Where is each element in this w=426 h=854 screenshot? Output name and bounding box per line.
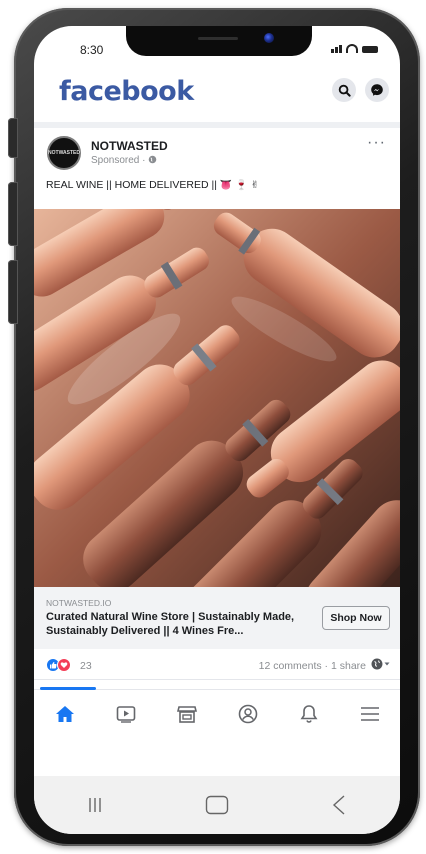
page-name[interactable]: NOTWASTED bbox=[91, 139, 168, 153]
menu-icon bbox=[360, 707, 379, 721]
messenger-icon bbox=[371, 84, 383, 96]
avatar-text: NOTWASTED bbox=[48, 150, 80, 156]
back-button[interactable] bbox=[319, 790, 359, 820]
phone-screen: 8:30 facebook NOTWASTED NOTWASTED Sponso… bbox=[34, 26, 400, 834]
post-image[interactable] bbox=[34, 209, 400, 587]
active-tab-indicator bbox=[40, 687, 96, 690]
reaction-count[interactable]: 23 bbox=[80, 660, 92, 672]
tab-marketplace[interactable] bbox=[156, 690, 217, 738]
globe-icon bbox=[148, 155, 157, 164]
wine-bottles-image bbox=[34, 209, 400, 587]
app-header: facebook bbox=[34, 66, 400, 122]
system-navigation-bar bbox=[34, 776, 400, 834]
tab-notifications[interactable] bbox=[278, 690, 339, 738]
page-avatar[interactable]: NOTWASTED bbox=[47, 136, 81, 170]
tab-menu[interactable] bbox=[339, 690, 400, 738]
reaction-icons[interactable] bbox=[46, 658, 71, 672]
recent-apps-icon bbox=[89, 798, 101, 812]
feed-divider bbox=[34, 122, 400, 128]
notifications-icon bbox=[300, 705, 317, 723]
bottom-tab-bar bbox=[34, 687, 400, 738]
caret-down-icon bbox=[384, 662, 390, 666]
signal-icon bbox=[331, 45, 342, 53]
comments-shares[interactable]: 12 comments · 1 share bbox=[259, 660, 366, 672]
shop-now-button[interactable]: Shop Now bbox=[322, 606, 390, 630]
link-title: Curated Natural Wine Store | Sustainably… bbox=[46, 611, 295, 637]
front-camera bbox=[264, 33, 274, 43]
volume-down-button bbox=[8, 260, 18, 324]
tab-profile[interactable] bbox=[217, 690, 278, 738]
home-icon bbox=[55, 706, 74, 722]
mute-switch bbox=[8, 118, 18, 158]
post-header: NOTWASTED NOTWASTED Sponsored · ··· REAL… bbox=[34, 130, 400, 202]
status-time: 8:30 bbox=[80, 43, 104, 57]
status-icons bbox=[331, 44, 378, 53]
post-caption: REAL WINE || HOME DELIVERED || bbox=[46, 179, 217, 191]
battery-icon bbox=[362, 46, 378, 53]
notch bbox=[126, 26, 312, 56]
profile-icon bbox=[238, 704, 257, 724]
system-home-button[interactable] bbox=[197, 790, 237, 820]
messenger-button[interactable] bbox=[365, 78, 389, 102]
link-domain: NOTWASTED.IO bbox=[46, 598, 112, 608]
post-text: REAL WINE || HOME DELIVERED || 👅 🍷 ✌ bbox=[46, 179, 259, 191]
back-icon bbox=[332, 795, 345, 815]
sponsored-label: Sponsored · bbox=[91, 155, 157, 166]
love-icon bbox=[57, 658, 71, 672]
emoji-tongue: 👅 bbox=[219, 180, 233, 191]
tab-watch[interactable] bbox=[95, 690, 156, 738]
emoji-peace: ✌ bbox=[250, 180, 260, 191]
tab-home[interactable] bbox=[34, 690, 95, 738]
more-options-icon[interactable]: ··· bbox=[367, 134, 386, 152]
volume-up-button bbox=[8, 182, 18, 246]
facebook-logo: facebook bbox=[59, 76, 194, 107]
reactions-row: 23 12 comments · 1 share bbox=[34, 649, 400, 679]
emoji-wine: 🍷 bbox=[235, 180, 248, 191]
search-button[interactable] bbox=[332, 78, 356, 102]
home-button-icon bbox=[205, 795, 229, 815]
earpiece-speaker bbox=[198, 37, 238, 40]
link-preview[interactable]: NOTWASTED.IO Curated Natural Wine Store … bbox=[34, 587, 400, 649]
screenshot-stage: 8:30 facebook NOTWASTED NOTWASTED Sponso… bbox=[0, 0, 426, 854]
recent-apps-button[interactable] bbox=[75, 790, 115, 820]
marketplace-icon bbox=[176, 706, 197, 723]
sponsored-text: Sponsored · bbox=[91, 155, 146, 166]
search-icon bbox=[338, 84, 351, 97]
globe-avatar-icon bbox=[371, 658, 383, 670]
watch-icon bbox=[116, 706, 135, 723]
wifi-icon bbox=[346, 44, 358, 53]
audience-selector[interactable] bbox=[371, 658, 390, 670]
